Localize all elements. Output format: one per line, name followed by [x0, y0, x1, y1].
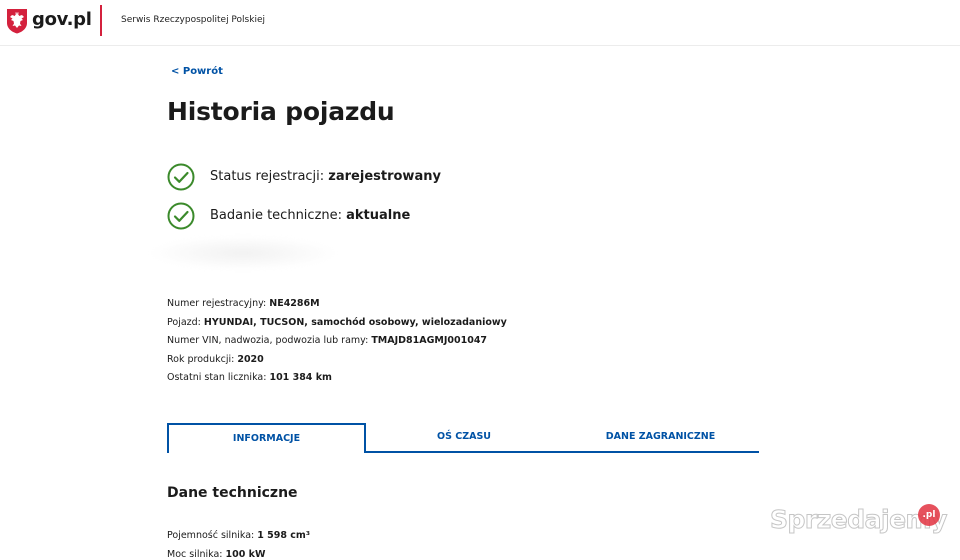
header-divider	[100, 5, 102, 36]
status-label: Badanie techniczne:	[210, 208, 347, 223]
status-value: aktualne	[346, 208, 411, 223]
tab-bar: INFORMACJE OŚ CZASU DANE ZAGRANICZNE	[167, 423, 759, 453]
detail-value: TMAJD81AGMJ001047	[371, 335, 488, 347]
detail-label: Ostatni stan licznika:	[167, 372, 270, 384]
tech-engine-power: Moc silnika: 100 kW	[167, 549, 310, 560]
detail-value: NE4286M	[269, 298, 320, 309]
vehicle-details: Numer rejestracyjny: NE4286M Pojazd: HYU…	[167, 298, 507, 391]
status-label: Status rejestracji:	[210, 169, 329, 184]
check-circle-icon	[167, 163, 195, 191]
detail-label: Numer rejestracyjny:	[167, 298, 270, 309]
tech-value: 1 598 cm³	[257, 530, 310, 541]
detail-value: 2020	[237, 353, 264, 365]
status-text: Status rejestracji: zarejestrowany	[210, 169, 441, 184]
detail-odometer: Ostatni stan licznika: 101 384 km	[167, 372, 507, 391]
tab-informacje[interactable]: INFORMACJE	[167, 423, 366, 453]
detail-label: Pojazd:	[167, 316, 204, 328]
detail-vin: Numer VIN, nadwozia, podwozia lub ramy: …	[167, 335, 507, 354]
gov-pl-logo-text[interactable]: gov.pl	[32, 9, 92, 30]
page-title: Historia pojazdu	[167, 97, 395, 126]
header-subtitle: Serwis Rzeczypospolitej Polskiej	[121, 15, 265, 25]
status-text: Badanie techniczne: aktualne	[210, 208, 410, 223]
detail-value: HYUNDAI, TUCSON, samochód osobowy, wielo…	[203, 316, 507, 328]
polish-eagle-emblem-icon[interactable]	[6, 8, 28, 34]
site-header: gov.pl Serwis Rzeczypospolitej Polskiej	[0, 0, 960, 46]
status-value: zarejestrowany	[328, 169, 441, 184]
detail-label: Numer VIN, nadwozia, podwozia lub ramy:	[167, 335, 372, 347]
detail-value: 101 384 km	[269, 372, 332, 384]
tech-label: Pojemność silnika:	[167, 530, 258, 541]
tab-dane-zagraniczne[interactable]: DANE ZAGRANICZNE	[562, 423, 759, 453]
detail-vehicle: Pojazd: HYUNDAI, TUCSON, samochód osobow…	[167, 317, 507, 336]
section-title: Dane techniczne	[167, 485, 298, 501]
detail-label: Rok produkcji:	[167, 353, 238, 365]
tech-value: 100 kW	[225, 549, 266, 560]
back-link[interactable]: < Powrót	[171, 66, 223, 77]
technical-details: Pojemność silnika: 1 598 cm³ Moc silnika…	[167, 530, 310, 560]
tech-engine-capacity: Pojemność silnika: 1 598 cm³	[167, 530, 310, 549]
page: gov.pl Serwis Rzeczypospolitej Polskiej …	[0, 0, 960, 560]
check-circle-icon	[167, 202, 195, 230]
detail-production-year: Rok produkcji: 2020	[167, 354, 507, 373]
sprzedajemy-badge: .pl	[918, 504, 940, 526]
tech-label: Moc silnika:	[167, 549, 226, 560]
detail-registration-number: Numer rejestracyjny: NE4286M	[167, 298, 507, 317]
tab-os-czasu[interactable]: OŚ CZASU	[366, 423, 562, 453]
blurred-watermark	[148, 236, 338, 270]
